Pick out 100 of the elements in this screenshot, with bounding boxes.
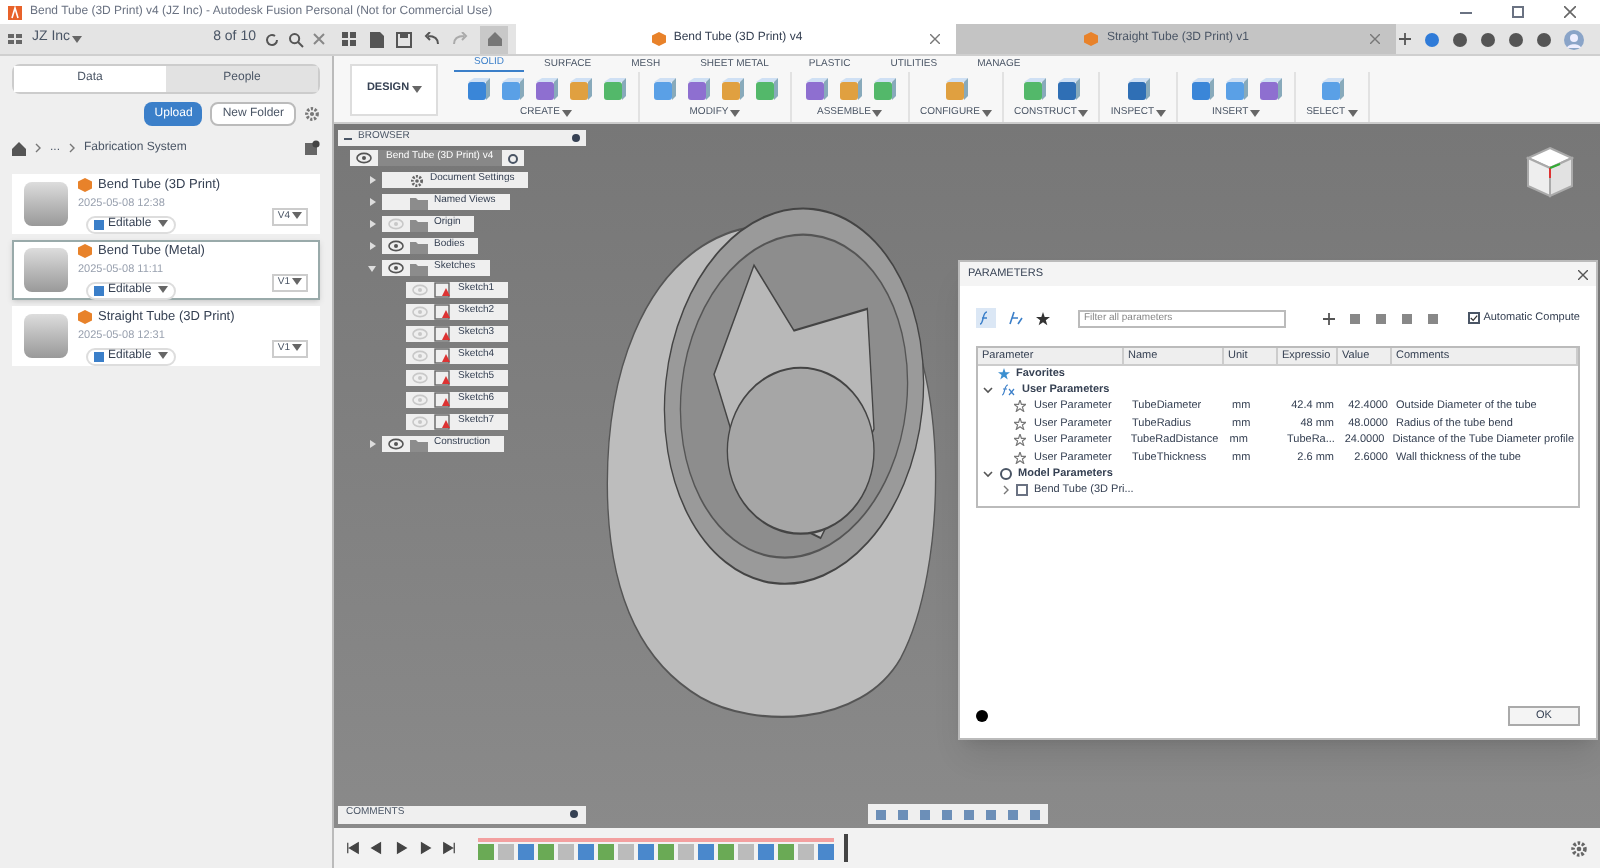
sketch-icon — [434, 326, 452, 342]
file-icon[interactable] — [370, 31, 384, 47]
home-tab[interactable] — [480, 25, 508, 53]
tool-icon[interactable] — [498, 76, 526, 104]
caret-icon — [730, 109, 741, 117]
tool-icon[interactable] — [1124, 76, 1153, 104]
expand-arrow-icon[interactable] — [366, 240, 378, 252]
settings-icon[interactable] — [410, 173, 424, 187]
sketch-icon — [434, 370, 452, 386]
pin-icon[interactable] — [570, 810, 578, 818]
tool-icon[interactable] — [600, 76, 628, 104]
sketch-icon — [434, 414, 452, 430]
favorite-star-icon[interactable] — [1014, 400, 1026, 413]
folder-settings-icon[interactable] — [304, 140, 320, 156]
collapse-arrow-icon[interactable] — [366, 262, 378, 274]
pin-icon[interactable] — [572, 134, 580, 142]
viewport[interactable] — [334, 124, 1600, 828]
design-file-icon — [651, 32, 666, 46]
caret-icon — [292, 212, 302, 221]
favorite-star-icon[interactable] — [1014, 417, 1026, 430]
eye-icon[interactable] — [388, 240, 404, 252]
playback-control-icon[interactable] — [442, 840, 456, 856]
view-cube-icon[interactable] — [1524, 144, 1576, 200]
maximize-icon[interactable] — [1512, 6, 1524, 18]
tool-icon[interactable] — [1317, 76, 1346, 104]
caret-icon — [411, 85, 422, 93]
redo-icon[interactable] — [452, 32, 468, 46]
sketch-icon — [434, 304, 452, 320]
close-icon[interactable] — [1578, 269, 1588, 279]
tool-icon[interactable] — [1256, 76, 1285, 104]
tool-icon[interactable] — [802, 76, 830, 104]
minimize-icon[interactable] — [1460, 11, 1472, 13]
settings-icon[interactable] — [1570, 839, 1588, 857]
expand-arrow-icon[interactable] — [366, 218, 378, 230]
expand-arrow-icon[interactable] — [366, 196, 378, 208]
tool-icon[interactable] — [1054, 76, 1083, 104]
tool-icon[interactable] — [752, 76, 780, 104]
app-logo-icon — [8, 5, 22, 19]
expand-arrow-icon[interactable] — [366, 438, 378, 450]
caret-icon — [1078, 109, 1089, 117]
thumbnail-placeholder — [24, 314, 68, 358]
home-icon[interactable] — [12, 141, 26, 155]
tool-icon[interactable] — [870, 76, 898, 104]
favorite-star-icon[interactable] — [1014, 451, 1026, 464]
breadcrumb-separator-icon — [68, 142, 77, 154]
editable-icon — [94, 285, 104, 295]
avatar-icon[interactable] — [1564, 29, 1584, 49]
tool-icon[interactable] — [464, 76, 492, 104]
expand-arrow-icon[interactable] — [366, 174, 378, 186]
info-icon[interactable] — [976, 710, 988, 722]
breadcrumb-separator-icon — [34, 142, 42, 154]
caret-icon — [1156, 109, 1167, 117]
refresh-icon[interactable] — [264, 31, 280, 47]
eye-icon[interactable] — [388, 262, 404, 274]
tool-icon[interactable] — [718, 76, 746, 104]
design-file-icon — [1084, 32, 1099, 46]
tool-icon[interactable] — [1222, 76, 1251, 104]
eye-icon[interactable] — [388, 438, 404, 450]
sketch-icon — [434, 392, 452, 408]
radio-icon[interactable] — [507, 153, 518, 163]
tool-icon[interactable] — [650, 76, 678, 104]
caret-icon — [872, 109, 883, 117]
caret-icon — [292, 344, 302, 353]
folder-icon — [410, 437, 428, 451]
tool-icon[interactable] — [1020, 76, 1049, 104]
close-icon[interactable] — [1564, 6, 1576, 18]
search-icon[interactable] — [288, 31, 304, 47]
caret-icon — [561, 109, 572, 117]
grid-icon[interactable] — [342, 31, 358, 47]
tool-icon[interactable] — [684, 76, 712, 104]
caret-icon — [157, 286, 168, 294]
thumbnail-placeholder — [24, 248, 68, 292]
design-file-icon — [78, 243, 92, 258]
save-icon[interactable] — [396, 31, 412, 47]
undo-icon[interactable] — [424, 32, 440, 46]
eye-icon[interactable] — [356, 152, 372, 164]
add-icon[interactable] — [1321, 311, 1336, 325]
tool-icon[interactable] — [836, 76, 864, 104]
component-icon — [1016, 484, 1028, 496]
tool-icon[interactable] — [942, 76, 970, 104]
playback-control-icon[interactable] — [346, 840, 360, 856]
editable-icon — [94, 351, 104, 361]
thumbnail-placeholder — [24, 182, 68, 226]
design-file-icon — [78, 177, 92, 192]
tool-icon[interactable] — [1188, 76, 1217, 104]
close-icon[interactable] — [930, 34, 940, 44]
tool-icon[interactable] — [532, 76, 560, 104]
new-tab-icon[interactable] — [1398, 32, 1412, 46]
tool-icon[interactable] — [566, 76, 594, 104]
settings-icon[interactable] — [304, 106, 320, 122]
favorite-star-icon[interactable] — [1014, 434, 1026, 447]
checkbox[interactable] — [1467, 312, 1480, 324]
grid-icon[interactable] — [8, 33, 24, 45]
caret-icon — [292, 278, 302, 287]
star-icon — [998, 368, 1010, 380]
star-icon[interactable] — [1036, 311, 1050, 325]
function-icon[interactable] — [976, 308, 996, 328]
close-icon[interactable] — [312, 32, 326, 46]
caret-icon — [1347, 109, 1358, 117]
timeline-marker[interactable] — [844, 834, 848, 862]
